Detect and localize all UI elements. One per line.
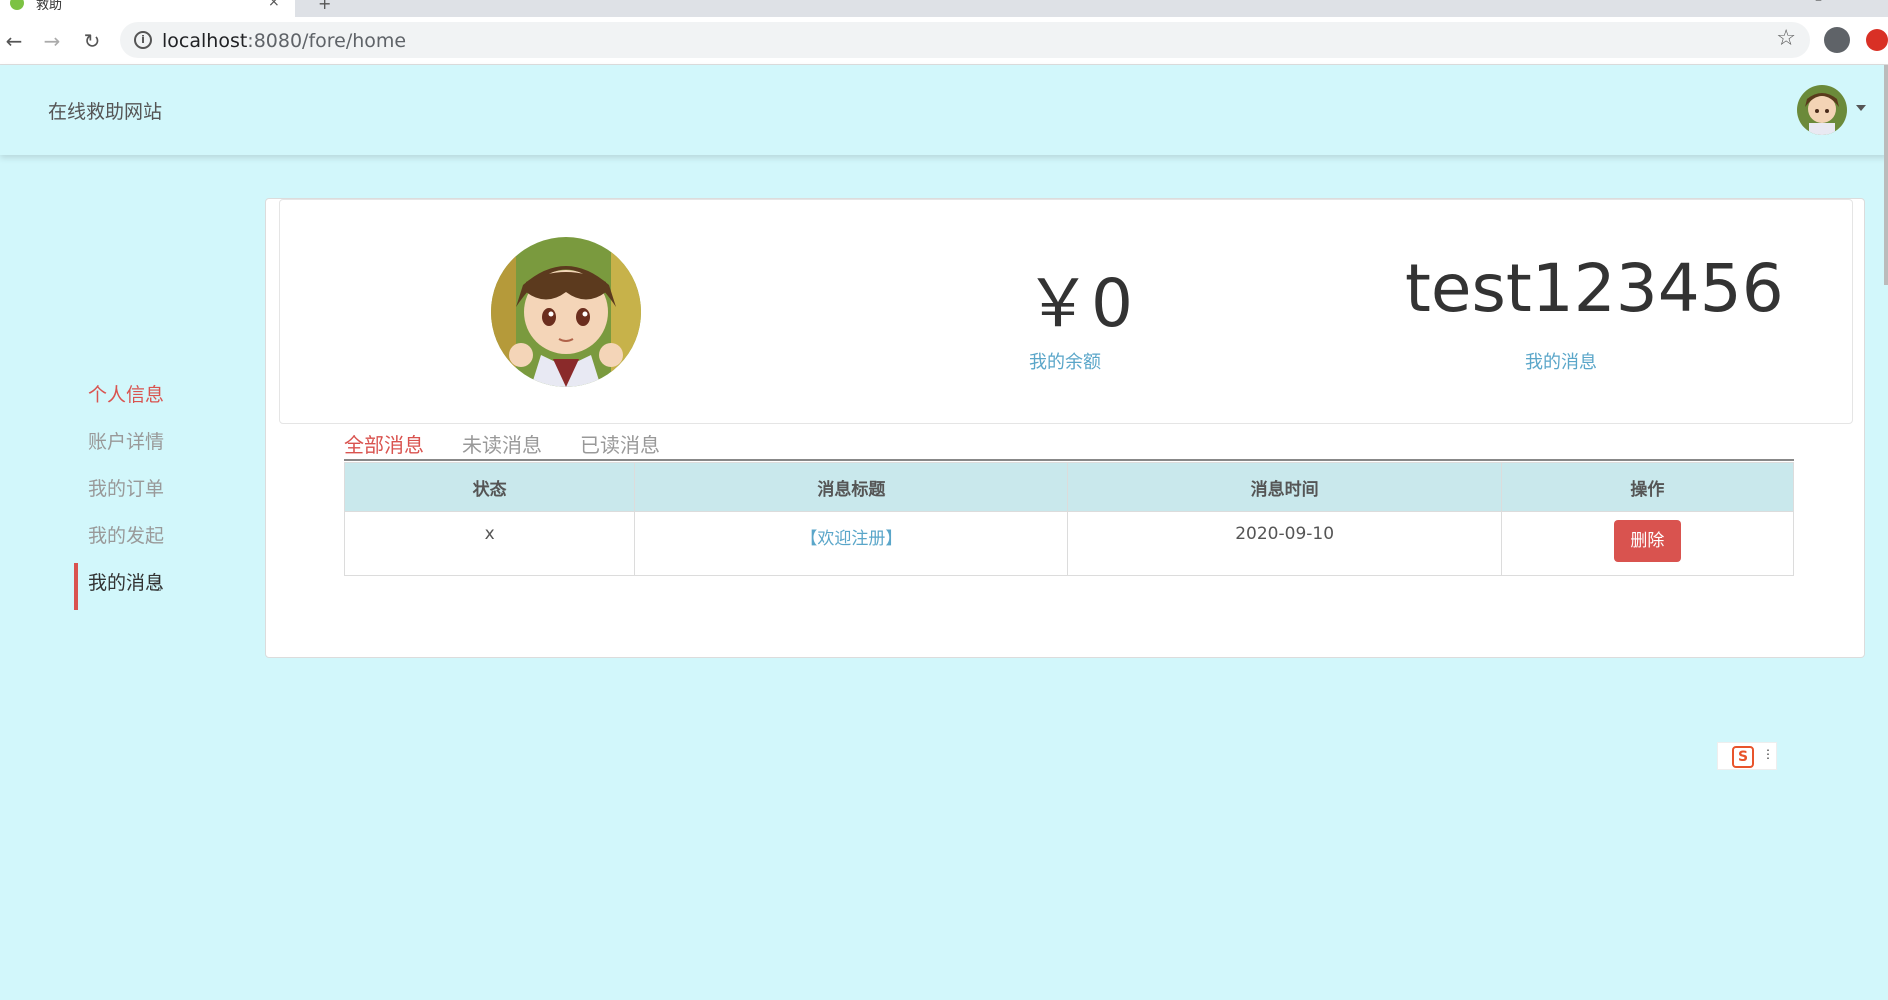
hand-cursor-icon: ☝ <box>151 575 162 596</box>
sidebar-item-account[interactable]: 账户详情 <box>74 422 214 469</box>
message-title-cell: 【欢迎注册】 <box>634 511 1069 576</box>
column-header-status: 状态 <box>343 462 636 512</box>
sidebar-item-orders[interactable]: 我的订单 <box>74 469 214 516</box>
profile-avatar <box>491 237 641 387</box>
tab-unread-messages[interactable]: 未读消息 <box>462 429 542 458</box>
delete-button[interactable]: 删除 <box>1613 520 1681 562</box>
info-icon[interactable]: i <box>134 31 152 49</box>
balance-link[interactable]: 我的余额 <box>1029 348 1101 374</box>
message-time: 2020-09-10 <box>1067 511 1502 576</box>
column-header-action: 操作 <box>1500 462 1795 512</box>
browser-tab[interactable]: 救助 × <box>0 0 295 17</box>
message-action-cell: 删除 <box>1500 511 1795 576</box>
column-header-time: 消息时间 <box>1067 462 1502 512</box>
tab-read-messages[interactable]: 已读消息 <box>580 429 660 458</box>
chevron-down-icon[interactable] <box>1856 105 1866 111</box>
sogou-ime-icon[interactable]: S <box>1732 746 1754 768</box>
site-title[interactable]: 在线救助网站 <box>48 97 162 124</box>
scrollbar[interactable] <box>1884 65 1888 285</box>
tab-title: 救助 <box>36 0 63 13</box>
table-row: x 【欢迎注册】 2020-09-10 删除 <box>343 511 1795 576</box>
url-text: localhost:8080/fore/home <box>162 30 407 52</box>
browser-toolbar: ← → ↻ i localhost:8080/fore/home ☆ <box>0 17 1888 65</box>
site-header: 在线救助网站 <box>0 65 1888 155</box>
ime-toolbar[interactable]: S ⋮ <box>1717 742 1777 770</box>
message-status: x <box>343 511 636 576</box>
message-tabs: 全部消息 未读消息 已读消息 <box>344 425 1794 461</box>
message-title-link[interactable]: 【欢迎注册】 <box>800 529 902 549</box>
bookmark-star-icon[interactable]: ☆ <box>1776 26 1796 51</box>
forward-icon[interactable]: → <box>38 27 66 55</box>
minimize-icon[interactable]: – <box>1815 0 1822 8</box>
messages-table: 状态 消息标题 消息时间 操作 x 【欢迎注册】 2020-09-10 删除 <box>343 462 1795 576</box>
account-icon[interactable] <box>1824 27 1850 53</box>
balance-value: ￥0 <box>1025 265 1133 342</box>
new-tab-button[interactable]: + <box>318 0 331 13</box>
browser-tab-strip: 救助 × + – <box>0 0 1888 17</box>
tab-all-messages[interactable]: 全部消息 <box>344 429 424 458</box>
main-panel: ￥0 我的余额 test123456 我的消息 全部消息 未读消息 已读消息 状… <box>265 198 1865 658</box>
sidebar: 个人信息 账户详情 我的订单 我的发起 我的消息 <box>74 375 214 610</box>
messages-link[interactable]: 我的消息 <box>1525 348 1597 374</box>
address-bar[interactable]: i localhost:8080/fore/home ☆ <box>120 22 1810 58</box>
extension-icon[interactable] <box>1866 29 1888 51</box>
more-options-icon[interactable]: ⋮ <box>1762 747 1774 761</box>
back-icon[interactable]: ← <box>0 27 28 55</box>
table-header-row: 状态 消息标题 消息时间 操作 <box>343 462 1795 512</box>
column-header-title: 消息标题 <box>634 462 1069 512</box>
close-icon[interactable]: × <box>268 0 280 10</box>
sidebar-item-messages[interactable]: 我的消息 <box>74 563 214 610</box>
reload-icon[interactable]: ↻ <box>78 27 106 55</box>
profile-summary: ￥0 我的余额 test123456 我的消息 <box>279 199 1853 424</box>
sidebar-item-initiated[interactable]: 我的发起 <box>74 516 214 563</box>
sidebar-item-profile[interactable]: 个人信息 <box>74 375 214 422</box>
leaf-favicon-icon <box>10 0 24 10</box>
username: test123456 <box>1405 250 1784 327</box>
avatar[interactable] <box>1797 85 1847 135</box>
